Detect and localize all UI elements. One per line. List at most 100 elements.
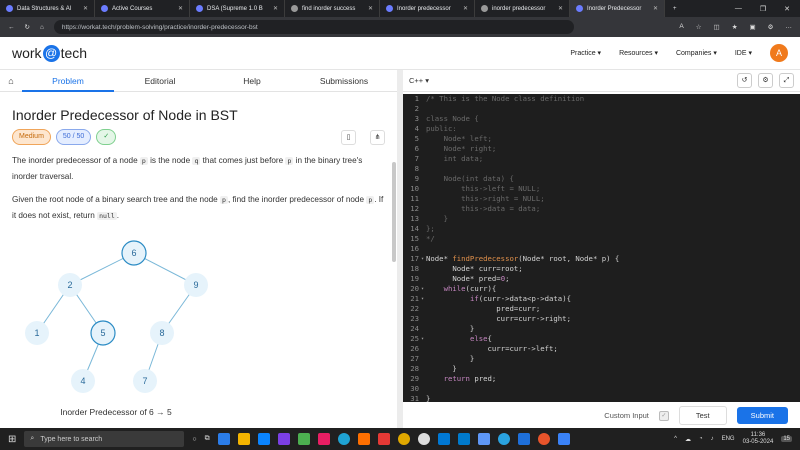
edge-icon[interactable] <box>337 433 350 445</box>
browser-tab[interactable]: Data Structures & Al ✕ <box>0 0 95 17</box>
code-line[interactable]: 8 <box>403 164 800 174</box>
read-aloud-icon[interactable]: A <box>679 23 683 31</box>
window-close-icon[interactable]: ✕ <box>784 5 790 13</box>
custom-input-checkbox[interactable]: ✓ <box>658 410 669 421</box>
code-line[interactable]: 16 <box>403 244 800 254</box>
site-logo[interactable]: work @ tech <box>12 44 87 62</box>
app-icon[interactable] <box>277 433 290 445</box>
favorite-icon[interactable]: ☆ <box>696 23 702 31</box>
new-tab-icon[interactable]: + <box>665 6 685 12</box>
tab-problem[interactable]: Problem <box>22 70 114 92</box>
code-line[interactable]: 13 } <box>403 214 800 224</box>
code-line[interactable]: 22 pred=curr; <box>403 304 800 314</box>
nav-companies[interactable]: Companies ▾ <box>676 49 717 57</box>
cortana-icon[interactable]: ○ <box>192 436 196 443</box>
back-icon[interactable]: ← <box>8 24 15 31</box>
app-icon[interactable] <box>517 433 530 445</box>
browser-tab[interactable]: Inorder predecessor ✕ <box>380 0 475 17</box>
wifi-icon[interactable]: ◔ <box>699 436 703 442</box>
code-line[interactable]: 10 this->left = NULL; <box>403 184 800 194</box>
code-line[interactable]: 20 ▾ while(curr){ <box>403 284 800 294</box>
app-icon[interactable] <box>357 433 370 445</box>
extensions-icon[interactable]: ⚙ <box>768 23 774 31</box>
home-icon[interactable]: ⌂ <box>0 76 22 86</box>
tab-submissions[interactable]: Submissions <box>298 76 390 86</box>
close-icon[interactable]: ✕ <box>463 5 468 12</box>
app-icon[interactable] <box>377 433 390 445</box>
code-line[interactable]: 6 Node* right; <box>403 144 800 154</box>
code-editor[interactable]: 1/* This is the Node class definition 2 3 c… <box>403 94 800 402</box>
volume-icon[interactable]: ♪ <box>711 436 714 442</box>
code-line[interactable]: 17 ▾ Node* findPredecessor(Node* root, Nod… <box>403 254 800 264</box>
language-select[interactable]: C++ ▾ <box>409 76 429 85</box>
nav-practice[interactable]: Practice ▾ <box>570 49 601 57</box>
code-line[interactable]: 23 curr=curr->right; <box>403 314 800 324</box>
code-line[interactable]: 14}; <box>403 224 800 234</box>
code-line[interactable]: 2 <box>403 104 800 114</box>
browser-tab-active[interactable]: Inorder Predecessor ✕ <box>570 0 665 17</box>
browser-tab[interactable]: Active Courses ✕ <box>95 0 190 17</box>
tab-help[interactable]: Help <box>206 76 298 86</box>
code-line[interactable]: 27 } <box>403 354 800 364</box>
vscode-icon[interactable] <box>457 433 470 445</box>
app-icon[interactable] <box>297 433 310 445</box>
code-line[interactable]: 3 class Node { <box>403 114 800 124</box>
app-icon[interactable] <box>237 433 250 445</box>
app-icon[interactable] <box>477 433 490 445</box>
code-line[interactable]: 4 public: <box>403 124 800 134</box>
submit-button[interactable]: Submit <box>736 407 788 424</box>
nav-resources[interactable]: Resources ▾ <box>619 49 658 57</box>
settings-icon[interactable]: ⚙ <box>758 73 773 88</box>
avatar[interactable]: A <box>770 44 788 62</box>
app-icon[interactable] <box>557 433 570 445</box>
test-button[interactable]: Test <box>678 406 727 425</box>
code-line[interactable]: 7 int data; <box>403 154 800 164</box>
nav-ide[interactable]: IDE ▾ <box>735 49 752 57</box>
reset-icon[interactable]: ↺ <box>737 73 752 88</box>
clock[interactable]: 11:36 03-05-2024 <box>743 432 774 446</box>
code-line[interactable]: 11 this->right = NULL; <box>403 194 800 204</box>
code-line[interactable]: 15 */ <box>403 234 800 244</box>
minimize-icon[interactable]: — <box>735 5 742 13</box>
split-screen-icon[interactable]: ◫ <box>714 23 720 31</box>
cloud-icon[interactable]: ☁ <box>685 436 691 443</box>
home-icon[interactable]: ⌂ <box>40 24 44 31</box>
browser-tab[interactable]: find inorder success ✕ <box>285 0 380 17</box>
taskbar-search[interactable]: ⌕ Type here to search <box>24 431 185 447</box>
scrollbar[interactable] <box>392 162 396 262</box>
code-line[interactable]: 5 Node* left; <box>403 134 800 144</box>
code-line[interactable]: 25 ▾ else{ <box>403 334 800 344</box>
chrome-icon[interactable] <box>397 433 410 445</box>
close-icon[interactable]: ✕ <box>558 5 563 12</box>
app-icon[interactable] <box>317 433 330 445</box>
browser-tab[interactable]: DSA (Supreme 1.0 B ✕ <box>190 0 285 17</box>
app-icon[interactable] <box>437 433 450 445</box>
code-line[interactable]: 21 ▾ if(curr->data<p->data){ <box>403 294 800 304</box>
fullscreen-icon[interactable]: ⤢ <box>779 73 794 88</box>
code-line[interactable]: 24 } <box>403 324 800 334</box>
telegram-icon[interactable] <box>497 433 510 445</box>
code-line[interactable]: 19 Node* pred=0; <box>403 274 800 284</box>
close-icon[interactable]: ✕ <box>83 5 88 12</box>
code-line[interactable]: 30 <box>403 384 800 394</box>
code-line[interactable]: 29 return pred; <box>403 374 800 384</box>
code-line[interactable]: 26 curr=curr->left; <box>403 344 800 354</box>
more-icon[interactable]: … <box>786 23 793 31</box>
share-button[interactable]: ⋔ <box>370 129 385 145</box>
code-line[interactable]: 9 Node(int data) { <box>403 174 800 184</box>
close-icon[interactable]: ✕ <box>178 5 183 12</box>
favorites-icon[interactable]: ★ <box>732 23 738 31</box>
app-icon[interactable] <box>217 433 230 445</box>
close-icon[interactable]: ✕ <box>653 5 658 12</box>
app-icon[interactable] <box>537 433 550 445</box>
maximize-icon[interactable]: ❐ <box>760 5 766 13</box>
task-view-icon[interactable]: ⧉ <box>205 435 210 443</box>
windows-start-icon[interactable]: ⊞ <box>8 434 16 445</box>
language-indicator[interactable]: ENG <box>722 436 735 442</box>
tab-editorial[interactable]: Editorial <box>114 76 206 86</box>
collections-icon[interactable]: ▣ <box>750 23 756 31</box>
url-field[interactable]: https://workat.tech/problem-solving/prac… <box>53 20 574 34</box>
close-icon[interactable]: ✕ <box>368 5 373 12</box>
notification-badge[interactable]: 15 <box>781 436 792 442</box>
code-line[interactable]: 12 this->data = data; <box>403 204 800 214</box>
